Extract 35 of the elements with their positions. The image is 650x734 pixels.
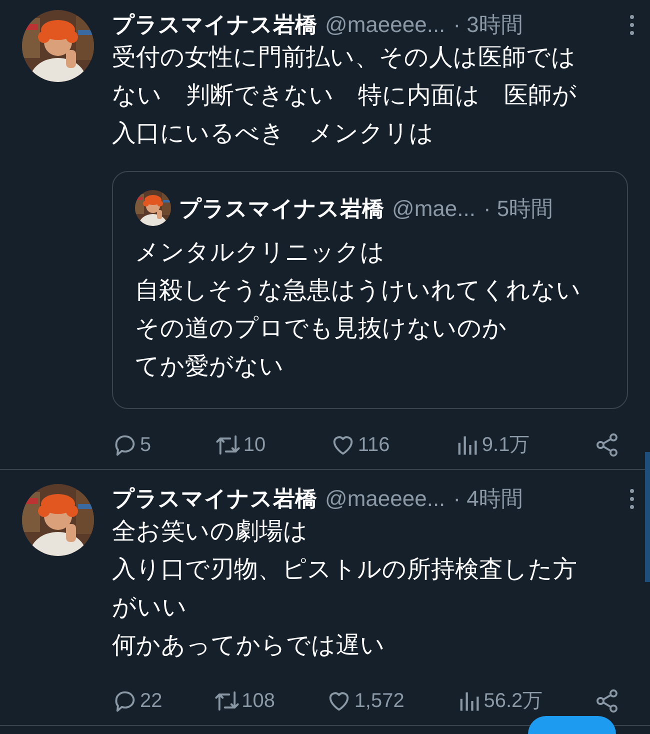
more-icon[interactable]: [628, 488, 636, 510]
tweet-text-line: ない 判断できない 特に内面は 医師が: [112, 81, 578, 111]
compose-button[interactable]: [528, 716, 616, 734]
view-button[interactable]: 56.2万: [456, 686, 543, 716]
quote-text-line: メンタルクリニックは: [135, 238, 386, 268]
tweet-text-line: 全お笑いの劇場は: [112, 517, 309, 547]
user-name: プラスマイナス岩橋: [112, 11, 317, 39]
more-icon[interactable]: [628, 14, 636, 36]
view-button[interactable]: 9.1万: [454, 430, 530, 460]
user-handle: @maeeee...: [325, 485, 446, 513]
quote-card[interactable]: プラスマイナス岩橋 @mae... · 5時間 メンタルクリニックは 自殺しそうな急患はうけいれてくれない その道のプロでも見抜けないのか てか愛がない: [112, 171, 628, 409]
user-handle: @mae...: [392, 194, 476, 222]
timestamp: · 3時間: [453, 11, 523, 39]
user-name: プラスマイナス岩橋: [179, 194, 384, 222]
replie-button[interactable]: 5: [112, 430, 152, 460]
retweet-button[interactable]: 108: [214, 686, 275, 716]
tweet-text-line: 入口にいるべき メンクリは: [112, 119, 435, 149]
quote-text-line: 自殺しそうな急患はうけいれてくれない: [135, 276, 582, 306]
quote-text-line: その道のプロでも見抜けないのか: [135, 314, 508, 344]
retweet-button[interactable]: 10: [215, 430, 266, 460]
timestamp: · 4時間: [453, 485, 523, 513]
tweet-text-line: 何かあってからでは遅い: [112, 631, 386, 661]
share-icon[interactable]: [594, 688, 620, 714]
timestamp: · 5時間: [483, 194, 554, 222]
user-name: プラスマイナス岩橋: [112, 485, 317, 513]
tweet-text-line: 受付の女性に門前払い、その人は医師では: [112, 43, 577, 73]
like-button[interactable]: 1,572: [326, 686, 404, 716]
tweet-text-line: がいい: [112, 593, 188, 623]
share-icon[interactable]: [594, 432, 620, 458]
tweet-text-line: 入り口で刃物、ピストルの所持検査した方: [112, 555, 578, 585]
replie-button[interactable]: 22: [112, 686, 162, 716]
scrollbar-thumb[interactable]: [645, 452, 650, 582]
user-handle: @maeeee...: [325, 11, 446, 39]
quote-text-line: てか愛がない: [135, 352, 285, 382]
like-button[interactable]: 116: [330, 430, 390, 460]
